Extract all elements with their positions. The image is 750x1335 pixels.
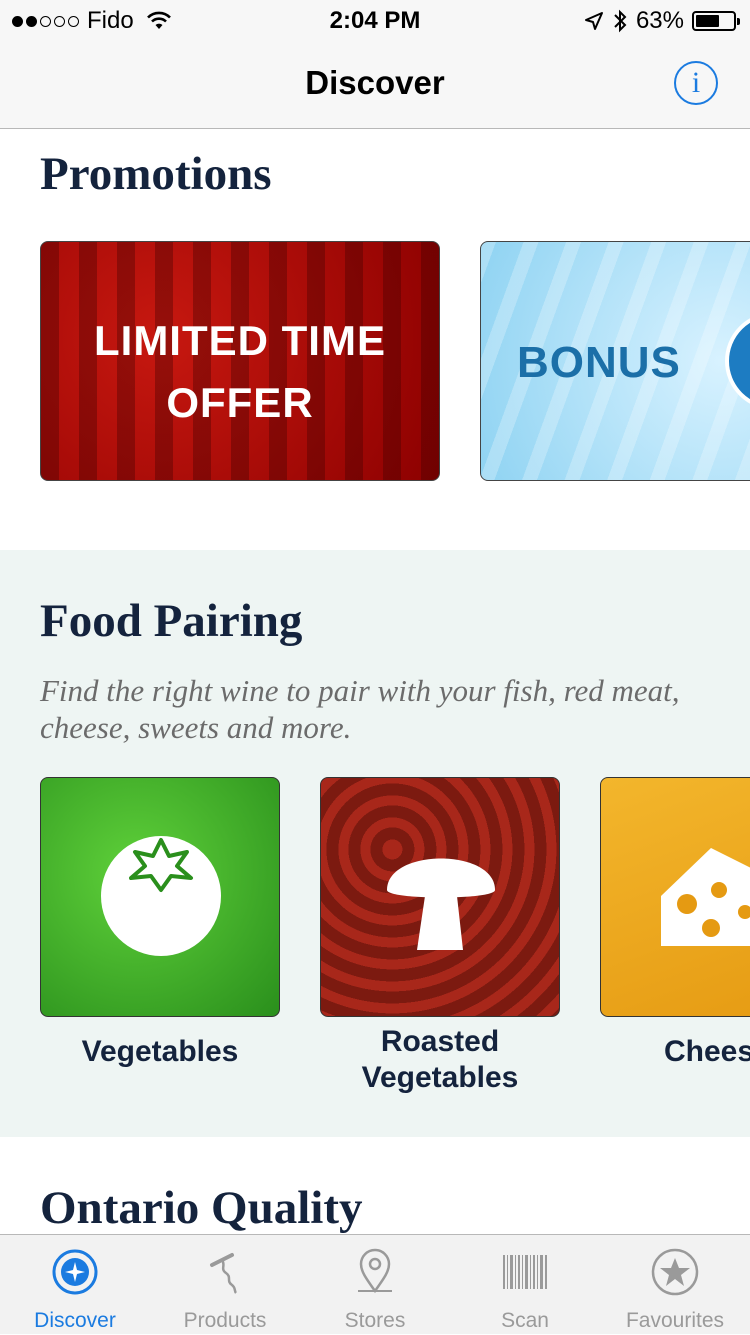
map-pin-icon <box>358 1248 392 1294</box>
food-label-cheese: Chees <box>664 1035 750 1068</box>
bluetooth-icon <box>614 9 627 33</box>
location-arrow-icon <box>584 12 603 30</box>
food-card-vegetables[interactable] <box>40 777 280 1017</box>
tab-favourites[interactable]: Favourites <box>600 1235 750 1335</box>
food-pairing-heading: Food Pairing <box>40 595 303 647</box>
info-button[interactable]: i <box>674 61 718 105</box>
tab-label: Scan <box>501 1309 549 1332</box>
food-card-roasted-vegetables[interactable] <box>320 777 560 1017</box>
battery-icon <box>692 11 740 31</box>
tab-label: Products <box>183 1309 267 1332</box>
tab-bar: Discover Products Stores Scan Favourites <box>0 1234 750 1334</box>
tab-scan[interactable]: Scan <box>450 1235 600 1335</box>
promo-line-2: OFFER <box>166 379 314 426</box>
promo-text: LIMITED TIME OFFER <box>41 310 439 434</box>
navigation-bar: Discover i <box>0 40 750 129</box>
food-pairing-section: Food Pairing Find the right wine to pair… <box>0 550 750 1137</box>
star-icon <box>651 1248 699 1296</box>
status-right: 63% <box>584 7 740 35</box>
bonus-text: BONUS <box>517 338 681 387</box>
tab-stores[interactable]: Stores <box>300 1235 450 1335</box>
food-pairing-subtitle: Find the right wine to pair with your fi… <box>40 673 680 745</box>
food-card-cheese[interactable] <box>600 777 750 1017</box>
status-bar: Fido 2:04 PM 63% <box>0 0 750 40</box>
promo-card-bonus[interactable]: BONUS <box>480 241 750 481</box>
tab-label: Favourites <box>625 1309 725 1332</box>
page-title: Discover <box>305 64 445 101</box>
tab-label: Stores <box>344 1309 406 1332</box>
tomato-icon <box>101 836 221 956</box>
ontario-quality-heading: Ontario Quality <box>40 1182 363 1234</box>
main-content[interactable]: Promotions LIMITED TIME OFFER BONUS Food… <box>0 129 750 1234</box>
compass-icon <box>52 1249 98 1295</box>
barcode-icon <box>503 1255 547 1289</box>
tab-label: Discover <box>34 1309 116 1332</box>
cheese-icon <box>661 848 750 946</box>
air-miles-logo <box>725 312 750 410</box>
tab-products[interactable]: Products <box>150 1235 300 1335</box>
corkscrew-icon <box>210 1253 238 1294</box>
promo-line-1: LIMITED TIME <box>94 317 386 364</box>
promo-card-limited-time[interactable]: LIMITED TIME OFFER <box>40 241 440 481</box>
battery-level <box>696 15 719 27</box>
food-label-vegetables: Vegetables <box>81 1035 239 1068</box>
mushroom-icon <box>387 858 495 950</box>
info-icon: i <box>691 66 701 99</box>
promotions-heading: Promotions <box>40 148 272 200</box>
tab-discover[interactable]: Discover <box>0 1235 150 1335</box>
battery-percent: 63% <box>635 7 684 34</box>
food-label-roasted-vegetables: Roasted Vegetables <box>361 1025 519 1094</box>
